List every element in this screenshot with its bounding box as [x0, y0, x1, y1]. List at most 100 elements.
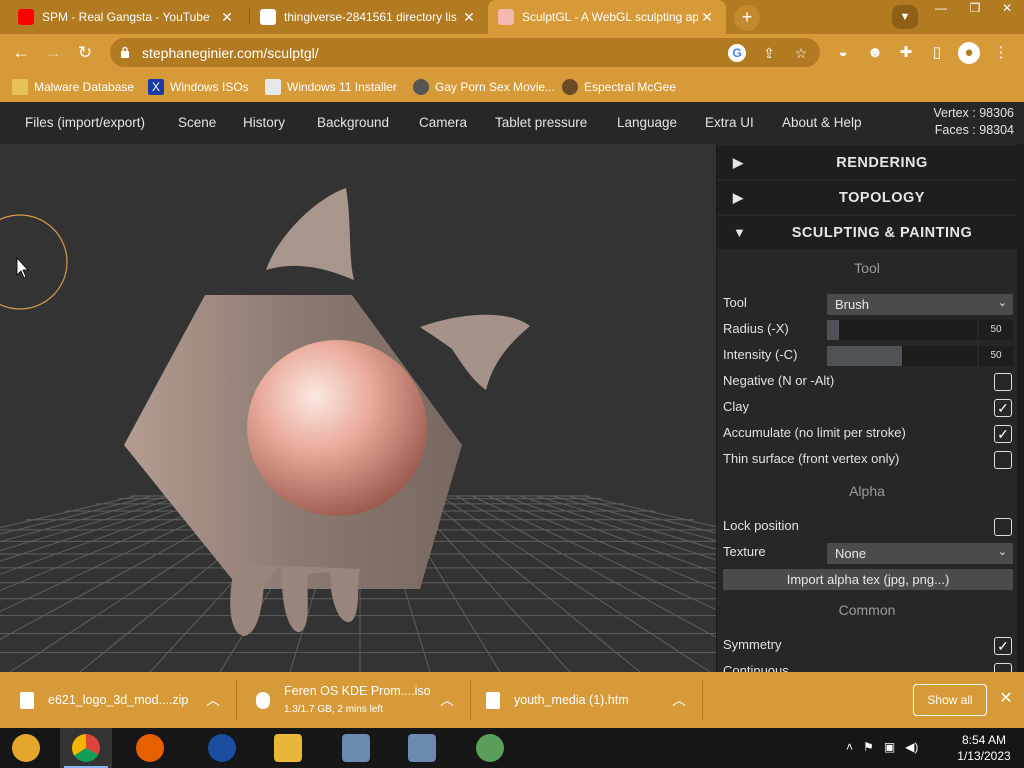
address-bar[interactable]: stephaneginier.com/sculptgl/ G ⇪ ☆: [110, 38, 820, 67]
texture-select[interactable]: None ⌄: [827, 543, 1013, 564]
close-icon[interactable]: ✕: [218, 9, 236, 26]
sculpt-viewport[interactable]: [0, 144, 716, 672]
tab-search-button[interactable]: ▼: [892, 5, 918, 29]
chevron-up-icon[interactable]: ˄: [846, 740, 853, 754]
download-item[interactable]: Feren OS KDE Prom....iso 1.3/1.7 GB, 2 m…: [236, 672, 470, 728]
tab-title: thingiverse-2841561 directory lis: [284, 10, 457, 24]
bookmark-windows-isos[interactable]: X Windows ISOs: [148, 77, 249, 97]
thin-surface-checkbox[interactable]: [994, 451, 1012, 469]
lock-position-checkbox[interactable]: [994, 518, 1012, 536]
tool-select[interactable]: Brush ⌄: [827, 294, 1013, 315]
forward-button[interactable]: →: [40, 40, 66, 66]
bookmark-windows-11-installer[interactable]: Windows 11 Installer: [265, 77, 397, 97]
extension-flag-icon[interactable]: ◒: [832, 42, 854, 64]
restore-button[interactable]: ❐: [958, 0, 992, 18]
viewport-canvas[interactable]: [0, 144, 716, 672]
browser-toolbar: ← → ↻ stephaneginier.com/sculptgl/ G ⇪ ☆…: [0, 34, 1024, 71]
windows-taskbar: ˄ ⚑ ▣ ◀) 8:54 AM 1/13/2023: [0, 728, 1024, 768]
taskbar-firefox[interactable]: [124, 728, 176, 768]
accumulate-checkbox[interactable]: ✓: [994, 425, 1012, 443]
share-icon[interactable]: ⇪: [760, 44, 778, 62]
show-all-downloads-button[interactable]: Show all: [913, 684, 987, 716]
taskbar-chrome[interactable]: [60, 728, 112, 768]
tab-sculptgl[interactable]: SculptGL - A WebGL sculpting ap ✕: [488, 0, 726, 34]
reload-button[interactable]: ↻: [72, 40, 98, 66]
x-box-icon: X: [148, 79, 164, 95]
menu-background[interactable]: Background: [317, 115, 389, 130]
download-item[interactable]: youth_media (1).htm ︿: [466, 672, 702, 728]
symmetry-checkbox[interactable]: ✓: [994, 637, 1012, 655]
profile-avatar[interactable]: ●: [958, 42, 980, 64]
negative-checkbox[interactable]: [994, 373, 1012, 391]
taskbar-chrome-canary[interactable]: [0, 728, 52, 768]
bookmark-star-icon[interactable]: ☆: [792, 44, 810, 62]
close-window-button[interactable]: ✕: [990, 0, 1024, 18]
chevron-up-icon[interactable]: ︿: [206, 690, 220, 710]
photo-icon: [265, 79, 281, 95]
chrome-canary-icon: [12, 734, 40, 762]
intensity-value[interactable]: 50: [979, 346, 1013, 366]
grid-line: [471, 495, 716, 611]
close-icon[interactable]: ✕: [698, 9, 716, 26]
side-panel: ▶ RENDERING ▶ TOPOLOGY ▼ SCULPTING & PAI…: [716, 144, 1024, 672]
taskbar-network-people[interactable]: [464, 728, 516, 768]
side-panel-icon[interactable]: ▯: [926, 42, 948, 64]
fold-sculpting-painting[interactable]: ▼ SCULPTING & PAINTING: [717, 216, 1017, 249]
fold-rendering[interactable]: ▶ RENDERING: [717, 146, 1017, 179]
taskbar-obama-logo[interactable]: [196, 728, 248, 768]
google-icon[interactable]: G: [728, 44, 746, 62]
sphere-mesh: [247, 340, 427, 516]
tab-youtube[interactable]: SPM - Real Gangsta - YouTube ✕: [8, 0, 246, 34]
radius-value[interactable]: 50: [979, 320, 1013, 340]
menu-extra-ui[interactable]: Extra UI: [705, 115, 754, 130]
menu-camera[interactable]: Camera: [419, 115, 467, 130]
tab-thingiverse[interactable]: thingiverse-2841561 directory lis ✕: [250, 0, 488, 34]
chevron-up-icon[interactable]: ︿: [440, 690, 454, 710]
import-alpha-button[interactable]: Import alpha tex (jpg, png...): [723, 569, 1013, 590]
close-icon[interactable]: ✕: [996, 689, 1016, 709]
chevron-up-icon[interactable]: ︿: [672, 690, 686, 710]
sculptgl-icon: [498, 9, 514, 25]
accumulate-label: Accumulate (no limit per stroke): [723, 425, 906, 440]
close-icon[interactable]: ✕: [460, 9, 478, 26]
menu-language[interactable]: Language: [617, 115, 677, 130]
menu-tablet-pressure[interactable]: Tablet pressure: [495, 115, 587, 130]
extensions-puzzle-icon[interactable]: ✚: [895, 42, 917, 64]
chevron-down-icon: ⌄: [997, 546, 1007, 558]
kebab-menu-icon[interactable]: ⋮: [990, 42, 1012, 64]
taskbar-network-tool[interactable]: [330, 728, 382, 768]
mesh-fragment-right: [420, 314, 530, 390]
section-tool-title: Tool: [854, 260, 880, 276]
menu-files[interactable]: Files (import/export): [25, 115, 145, 130]
radius-slider[interactable]: [827, 320, 977, 340]
menu-history[interactable]: History: [243, 115, 285, 130]
volume-icon[interactable]: ◀): [905, 740, 918, 754]
bookmark-espectral-mcgee[interactable]: Espectral McGee: [562, 77, 676, 97]
menu-about-help[interactable]: About & Help: [782, 115, 862, 130]
taskbar-network-tool-2[interactable]: [396, 728, 448, 768]
download-name: e621_logo_3d_mod....zip: [48, 693, 189, 707]
clay-checkbox[interactable]: ✓: [994, 399, 1012, 417]
minimize-button[interactable]: —: [924, 0, 958, 18]
new-tab-button[interactable]: +: [734, 5, 760, 31]
menu-scene[interactable]: Scene: [178, 115, 216, 130]
taskbar-file-explorer[interactable]: [262, 728, 314, 768]
back-button[interactable]: ←: [8, 40, 34, 66]
bookmark-movie-site[interactable]: Gay Porn Sex Movie...: [413, 77, 555, 97]
extension-avatar-icon[interactable]: ☻: [864, 42, 886, 64]
taskbar-clock[interactable]: 8:54 AM 1/13/2023: [950, 732, 1018, 764]
texture-select-value: None: [835, 546, 867, 561]
intensity-slider[interactable]: [827, 346, 977, 366]
tab-strip: SPM - Real Gangsta - YouTube ✕ thingiver…: [0, 0, 1024, 34]
symmetry-label: Symmetry: [723, 637, 782, 652]
bookmark-malware-database[interactable]: Malware Database: [12, 77, 134, 97]
disc-file-icon: [256, 692, 270, 709]
fold-topology[interactable]: ▶ TOPOLOGY: [717, 181, 1017, 214]
download-item[interactable]: e621_logo_3d_mod....zip ︿: [0, 672, 236, 728]
radius-slider-fill: [827, 320, 839, 340]
panel-scrollbar[interactable]: [1017, 144, 1024, 672]
continuous-checkbox[interactable]: [994, 663, 1012, 672]
flag-icon[interactable]: ⚑: [863, 740, 874, 754]
network-icon[interactable]: ▣: [884, 740, 895, 754]
system-tray[interactable]: ˄ ⚑ ▣ ◀): [846, 740, 918, 754]
